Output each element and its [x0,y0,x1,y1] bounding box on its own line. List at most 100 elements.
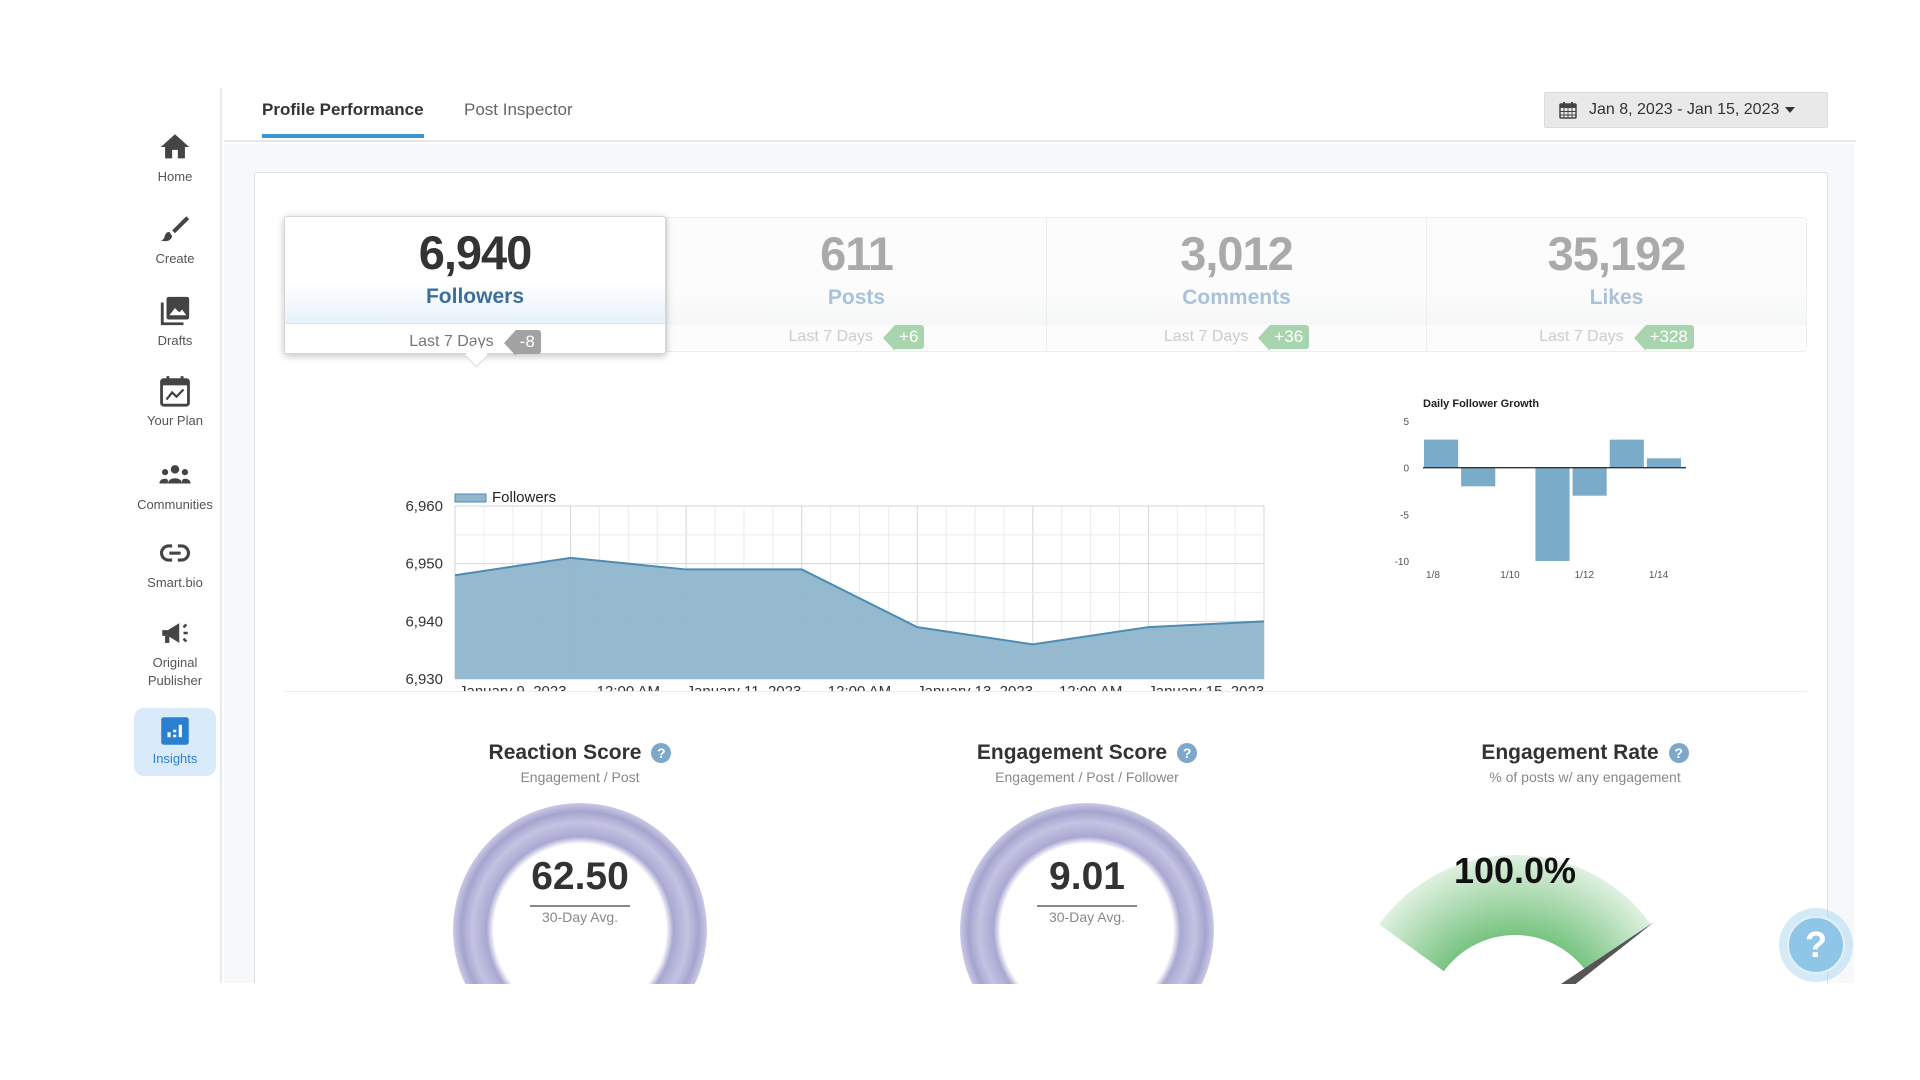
date-range-picker[interactable]: Jan 8, 2023 - Jan 15, 2023 [1544,92,1828,128]
score-caption: 30-Day Avg. [1037,905,1137,925]
brush-icon [160,216,190,242]
score-subtitle: Engagement / Post / Follower [995,769,1179,785]
date-range-label: Jan 8, 2023 - Jan 15, 2023 [1589,101,1780,118]
home-icon [160,134,190,159]
y-tick-label: 6,940 [405,613,443,630]
sidebar-item-label: Communities [137,497,213,512]
score-title-text: Engagement Score [976,741,1168,764]
delta-badge: -8 [503,330,541,356]
stat-card-comments[interactable]: 3,012 Comments Last 7 Days +36 [1046,218,1426,353]
sidebar-item-drafts[interactable]: Drafts [134,294,216,350]
engagement-rate-widget: Engagement Rate ? % of posts w/ any enga… [1385,741,1785,785]
megaphone-icon [162,623,188,643]
sidebar-item-label: Drafts [157,333,193,348]
help-icon[interactable]: ? [1668,743,1689,763]
legend-label: Followers [492,489,556,506]
help-chat-button[interactable]: ? [1779,908,1853,982]
sidebar-item-label: Original Publisher [147,655,203,688]
y-tick-label: -5 [1400,510,1409,521]
sidebar-item-label: Insights [152,751,198,766]
stat-footer: Last 7 Days +6 [667,325,1046,351]
stat-card-likes[interactable]: 35,192 Likes Last 7 Days +328 [1426,218,1806,353]
gauge-value: 100.0% [1454,850,1576,891]
sidebar-item-smart-bio[interactable]: Smart.bio [134,536,216,592]
tab-post-inspector[interactable]: Post Inspector [464,100,573,134]
content-area: 6,940 Followers Last 7 Days -8 611 Posts… [224,144,1854,1057]
help-icon[interactable]: ? [1177,743,1198,763]
y-tick-label: 0 [1403,464,1409,475]
bar [1572,467,1607,496]
image-stack-icon [160,296,190,326]
stat-period: Last 7 Days [788,328,874,345]
followers-area-chart: 6,960 6,950 6,940 6,930 January 9, 2023 12:00… [405,489,1265,691]
score-title-text: Engagement Rate [1481,741,1659,764]
sidebar-item-label: Your Plan [147,413,203,428]
chevron-down-icon [1785,107,1796,113]
stat-label: Comments [1047,283,1426,325]
y-tick-label: 6,960 [405,498,443,515]
stats-row: 6,940 Followers Last 7 Days -8 611 Posts… [284,216,1807,356]
sidebar-item-create[interactable]: Create [134,212,216,268]
delta-badge: +328 [1633,325,1694,351]
bar [1461,467,1496,487]
y-tick-label: 5 [1403,417,1409,428]
top-tab-bar: Profile Performance Post Inspector Jan 8… [224,88,1856,142]
chart-title: Daily Follower Growth [1423,398,1539,410]
x-tick-label: 1/14 [1649,570,1669,581]
viewport-bottom-blank [0,984,1920,1080]
profile-performance-panel: 6,940 Followers Last 7 Days -8 611 Posts… [254,172,1828,1057]
stat-label: Followers [285,282,665,324]
x-tick-label: January 11, 2023 [687,683,802,691]
sidebar-item-insights[interactable]: Insights [134,708,216,776]
stat-card-posts[interactable]: 611 Posts Last 7 Days +6 [666,218,1046,353]
stat-period: Last 7 Days [1163,328,1249,345]
score-title: Engagement Rate ? [1481,741,1689,765]
sidebar-item-label: Smart.bio [147,575,203,590]
x-tick-label: January 15, 2023 [1148,683,1264,691]
help-icon[interactable]: ? [651,743,672,763]
stat-value: 35,192 [1547,227,1687,280]
sidebar-item-communities[interactable]: Communities [134,458,216,514]
stat-footer: Last 7 Days +36 [1047,325,1426,351]
calendar-chart-icon [160,376,190,407]
stat-label: Likes [1427,283,1806,325]
sidebar-item-original-publisher[interactable]: Original Publisher [134,616,216,690]
stat-card-followers[interactable]: 6,940 Followers Last 7 Days -8 [284,216,666,356]
stat-footer: Last 7 Days +328 [1427,325,1806,351]
sidebar-nav: Home Create Drafts Your Plan Communities… [118,88,222,983]
x-tick-label: 1/12 [1575,570,1595,581]
delta-badge: +6 [882,325,925,351]
stat-footer: Last 7 Days -8 [285,330,665,356]
people-group-icon [159,465,191,484]
delta-badge: +36 [1258,325,1310,351]
section-divider [285,691,1807,692]
bar [1646,458,1681,468]
stat-value: 3,012 [1180,227,1294,280]
question-icon: ? [1787,916,1845,974]
engagement-rate-gauge: 100.0% [1345,833,1685,1003]
stat-value: 611 [820,227,894,280]
x-tick-label: 1/10 [1500,570,1520,581]
y-tick-label: 6,950 [405,556,443,573]
stat-period: Last 7 Days [409,333,494,350]
sidebar-item-your-plan[interactable]: Your Plan [134,374,216,430]
tab-profile-performance[interactable]: Profile Performance [262,100,424,138]
bar [1609,439,1644,468]
legend-swatch [454,493,487,503]
calendar-icon [1559,102,1577,119]
score-subtitle: Engagement / Post [520,769,640,785]
y-tick-label: 6,930 [405,671,443,688]
sidebar-item-label: Home [157,169,193,184]
link-icon [159,543,191,563]
daily-follower-growth-chart: Daily Follower Growth 5 0 -5 -10 1/8 1/10 1/12 1… [1395,398,1686,581]
score-title: Reaction Score ? [489,741,672,765]
x-tick-label: January 13, 2023 [917,683,1033,691]
sidebar-item-home[interactable]: Home [134,130,216,186]
x-tick-label: 1/8 [1426,570,1440,581]
score-caption: 30-Day Avg. [530,905,630,925]
y-tick-label: -10 [1395,557,1410,568]
x-tick-label: January 9, 2023 [459,683,567,691]
gauge-svg: 100.0% [1379,850,1655,1003]
score-title-text: Reaction Score [488,741,642,764]
bar-chart-icon [161,717,189,745]
